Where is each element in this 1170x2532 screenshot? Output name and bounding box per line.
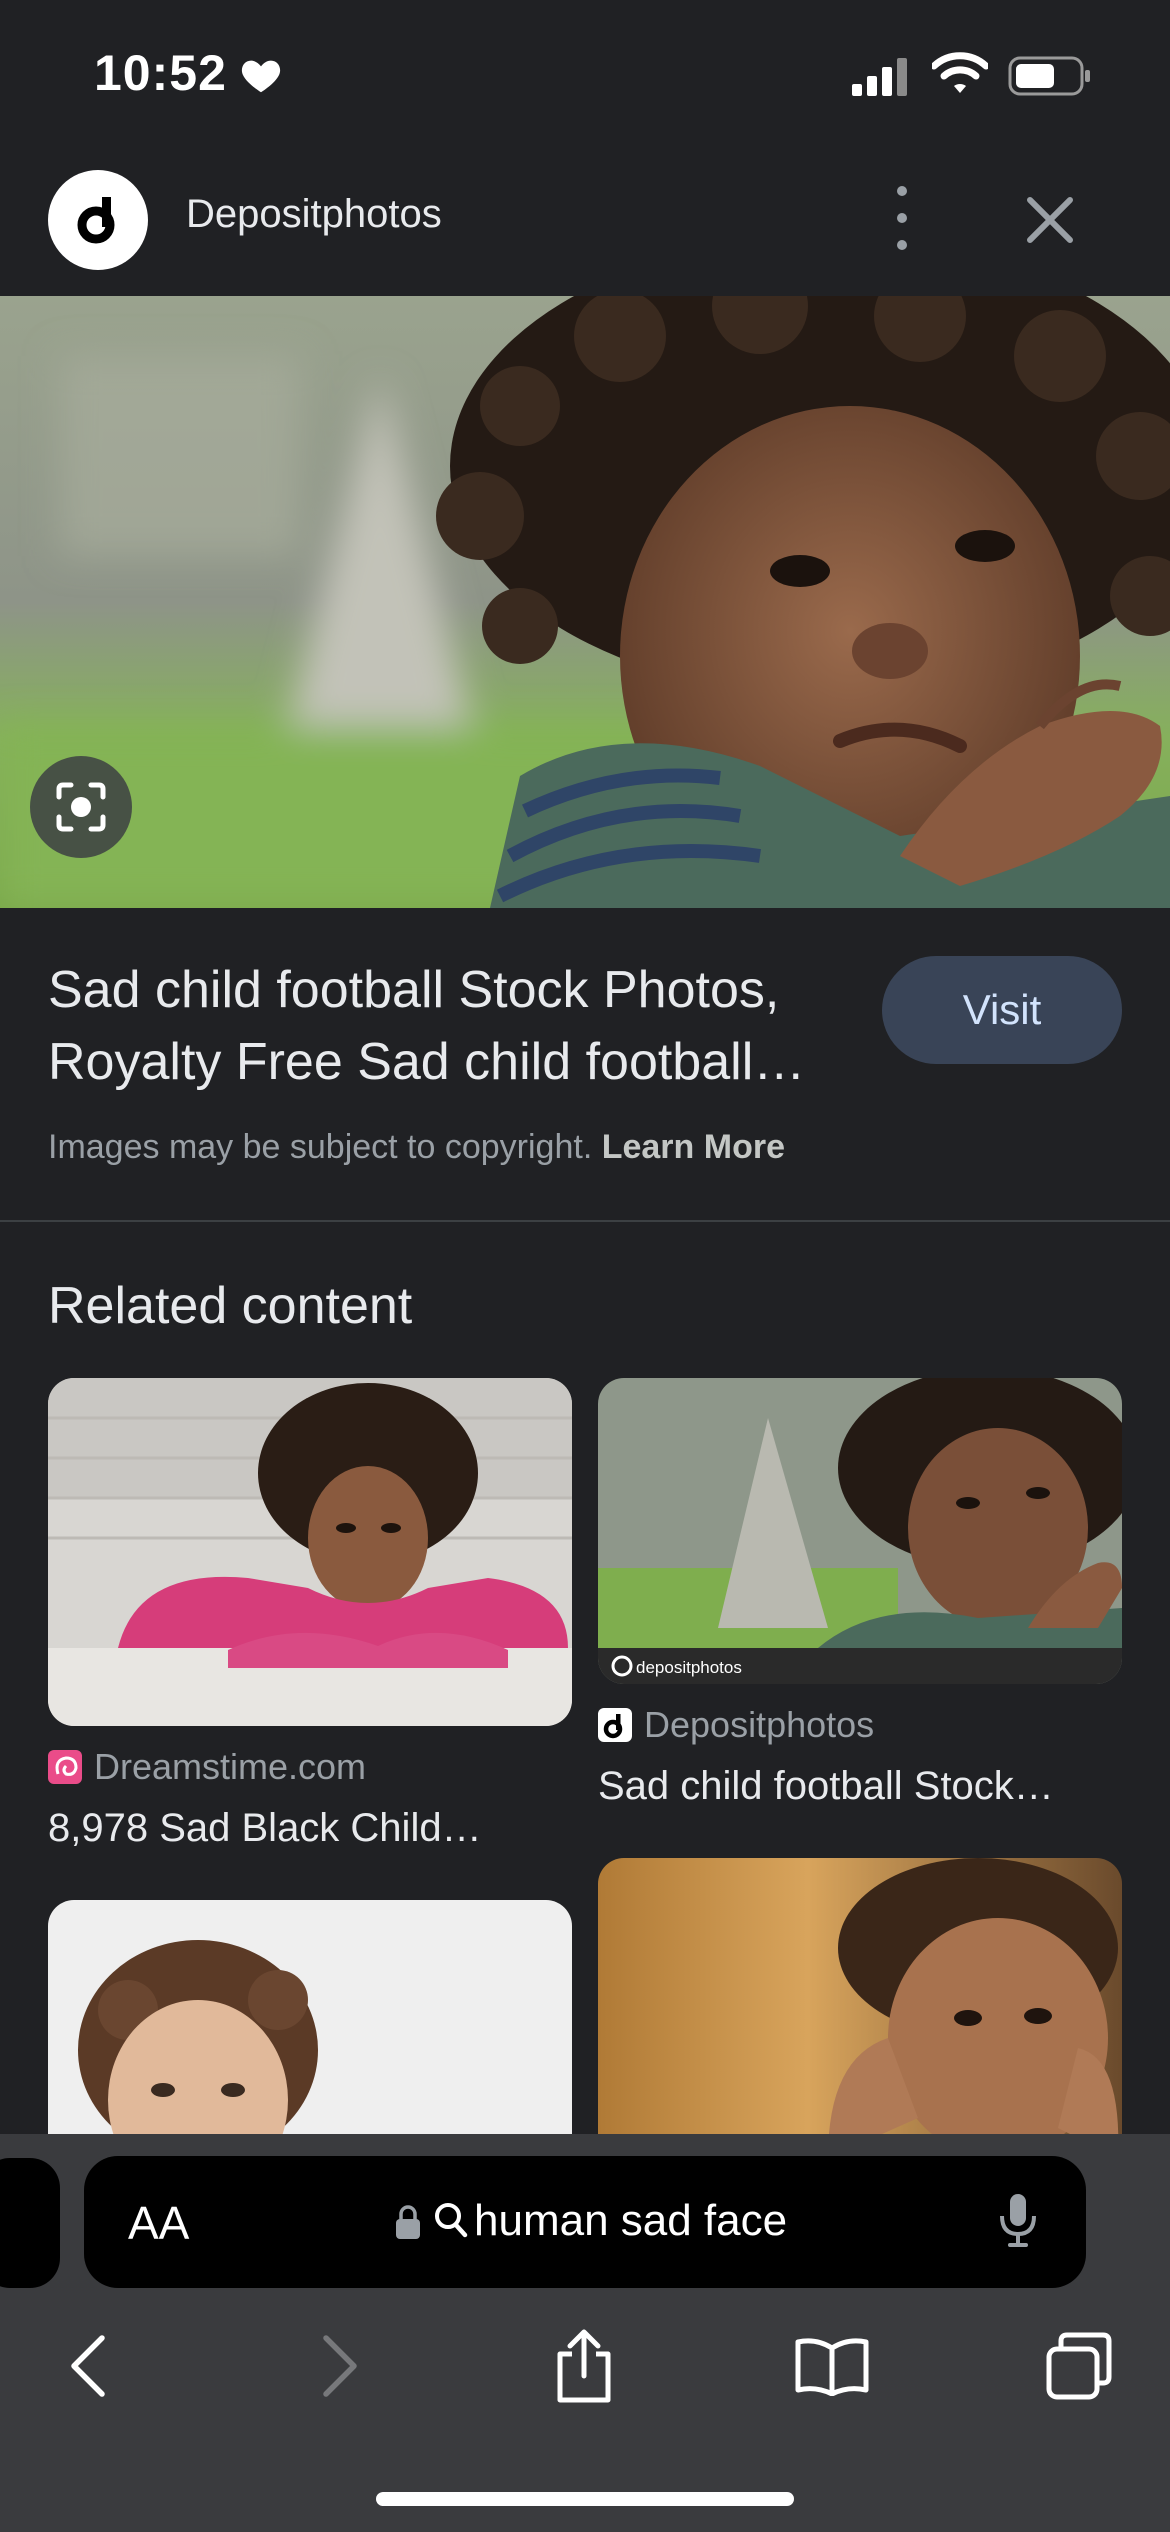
microphone-icon[interactable] [998,2192,1038,2248]
search-query[interactable]: human sad face [474,2196,787,2246]
search-icon [435,2203,468,2238]
source-name: Dreamstime.com [94,1746,367,1787]
more-options-button[interactable] [880,186,924,250]
site-name[interactable]: Depositphotos [186,192,442,237]
watermark-text: depositphotos [636,1658,742,1677]
related-content-heading: Related content [48,1277,413,1335]
home-indicator[interactable] [376,2492,794,2506]
close-icon[interactable] [1020,190,1080,250]
dot [897,186,907,196]
page-settings-button[interactable]: AA [128,2196,189,2250]
related-image-1[interactable] [48,1378,572,1726]
wifi-icon [932,52,988,93]
share-icon [557,2329,611,2403]
battery-icon [1008,56,1090,96]
share-button[interactable] [544,2326,624,2406]
depositphotos-logo-icon [77,197,115,244]
back-button[interactable] [48,2326,128,2406]
divider [0,1220,1170,1222]
chevron-left-icon [71,2335,105,2397]
photo-sad-girl [48,1378,572,1726]
copyright-text: Images may be subject to copyright. [48,1128,593,1166]
depositphotos-icon [598,1708,632,1742]
photo-sad-boy-thumb: depositphotos [598,1378,1122,1684]
signal-icon [852,58,907,96]
card-title[interactable]: Sad child football Stock… [598,1764,1054,1809]
copyright-notice: Images may be subject to copyright. Lear… [48,1128,785,1167]
visit-button[interactable]: Visit [882,956,1122,1064]
google-lens-button[interactable] [30,756,132,858]
dreamstime-icon [48,1750,82,1784]
forward-button[interactable] [300,2326,380,2406]
tabs-button[interactable] [1040,2326,1120,2406]
heart-icon [241,60,281,93]
chevron-right-icon [323,2335,357,2397]
related-image-2[interactable]: depositphotos [598,1378,1122,1684]
site-logo[interactable] [48,170,148,270]
bookmarks-button[interactable] [792,2326,872,2406]
result-title[interactable]: Sad child football Stock Photos, Royalty… [48,954,868,1098]
lock-icon [396,2205,420,2239]
source-line[interactable]: Depositphotos [598,1704,874,1746]
dot [897,240,907,250]
photo-sad-boy [0,296,1170,908]
result-title-line: Royalty Free Sad child football… [48,1033,806,1091]
hero-image[interactable] [0,296,1170,908]
book-icon [795,2338,869,2396]
card-title[interactable]: 8,978 Sad Black Child… [48,1806,482,1851]
status-time: 10:52 [94,45,227,101]
tabs-icon [1046,2332,1112,2400]
dot [897,213,907,223]
learn-more-link[interactable]: Learn More [602,1128,785,1166]
source-line[interactable]: Dreamstime.com [48,1746,366,1788]
source-name: Depositphotos [644,1704,875,1745]
lens-icon [56,782,106,832]
previous-tab-peek[interactable] [0,2158,60,2288]
result-title-line: Sad child football Stock Photos, [48,961,780,1019]
